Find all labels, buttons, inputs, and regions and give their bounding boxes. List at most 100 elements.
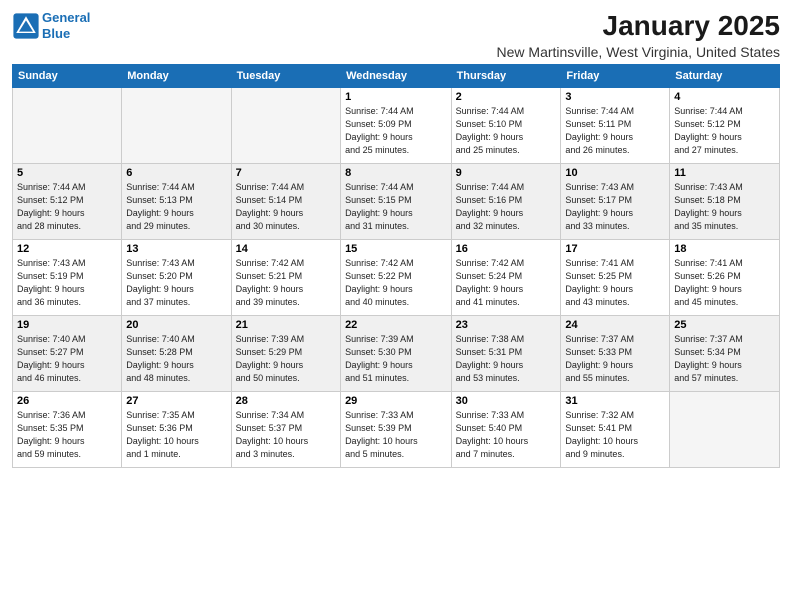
day-info: Sunrise: 7:36 AM Sunset: 5:35 PM Dayligh… xyxy=(17,409,117,461)
calendar-cell: 5Sunrise: 7:44 AM Sunset: 5:12 PM Daylig… xyxy=(13,164,122,240)
calendar-cell xyxy=(670,392,780,468)
calendar-cell: 20 Sunrise: 7:40 AM Sunset: 5:28 PM Dayli… xyxy=(122,316,231,392)
day-number: 23 xyxy=(456,319,557,331)
header: General Blue January 2025 New Martinsvil… xyxy=(12,10,780,60)
day-number: 11 xyxy=(674,167,775,179)
day-info: Sunrise: 7:41 AM Sunset: 5:26 PM Dayligh… xyxy=(674,257,775,309)
calendar-cell: 18Sunrise: 7:41 AM Sunset: 5:26 PM Dayli… xyxy=(670,240,780,316)
day-info: Sunrise: 7:42 AM Sunset: 5:24 PM Dayligh… xyxy=(456,257,557,309)
calendar-cell: 17 Sunrise: 7:41 AM Sunset: 5:25 PM Dayli… xyxy=(561,240,670,316)
calendar-cell: 2 Sunrise: 7:44 AM Sunset: 5:10 PM Daylig… xyxy=(451,88,561,164)
day-number: 15 xyxy=(345,243,447,255)
calendar-cell: 1 Sunrise: 7:44 AM Sunset: 5:09 PM Daylig… xyxy=(341,88,452,164)
day-number: 6 xyxy=(126,167,226,179)
day-info: Sunrise: 7:39 AM Sunset: 5:30 PM Dayligh… xyxy=(345,333,447,385)
day-info: Sunrise: 7:37 AM Sunset: 5:34 PM Dayligh… xyxy=(674,333,775,385)
day-number: 25 xyxy=(674,319,775,331)
day-number: 28 xyxy=(236,395,336,407)
calendar-cell: 29 Sunrise: 7:33 AM Sunset: 5:39 PM Dayli… xyxy=(341,392,452,468)
day-header-tuesday: Tuesday xyxy=(231,65,340,88)
day-number: 21 xyxy=(236,319,336,331)
day-number: 3 xyxy=(565,91,665,103)
day-number: 13 xyxy=(126,243,226,255)
calendar-cell: 22 Sunrise: 7:39 AM Sunset: 5:30 PM Dayli… xyxy=(341,316,452,392)
day-info: Sunrise: 7:32 AM Sunset: 5:41 PM Dayligh… xyxy=(565,409,665,461)
calendar-cell: 24 Sunrise: 7:37 AM Sunset: 5:33 PM Dayli… xyxy=(561,316,670,392)
day-number: 29 xyxy=(345,395,447,407)
calendar-cell: 11 Sunrise: 7:43 AM Sunset: 5:18 PM Dayli… xyxy=(670,164,780,240)
day-number: 14 xyxy=(236,243,336,255)
calendar-cell: 6Sunrise: 7:44 AM Sunset: 5:13 PM Daylig… xyxy=(122,164,231,240)
week-row-5: 26 Sunrise: 7:36 AM Sunset: 5:35 PM Dayli… xyxy=(13,392,780,468)
week-row-2: 5Sunrise: 7:44 AM Sunset: 5:12 PM Daylig… xyxy=(13,164,780,240)
day-number: 1 xyxy=(345,91,447,103)
day-number: 10 xyxy=(565,167,665,179)
calendar-cell xyxy=(13,88,122,164)
main-title: January 2025 xyxy=(497,10,780,42)
day-number: 19 xyxy=(17,319,117,331)
day-number: 4 xyxy=(674,91,775,103)
day-info: Sunrise: 7:44 AM Sunset: 5:09 PM Dayligh… xyxy=(345,105,447,157)
day-info: Sunrise: 7:33 AM Sunset: 5:39 PM Dayligh… xyxy=(345,409,447,461)
calendar-cell: 12 Sunrise: 7:43 AM Sunset: 5:19 PM Dayli… xyxy=(13,240,122,316)
day-info: Sunrise: 7:38 AM Sunset: 5:31 PM Dayligh… xyxy=(456,333,557,385)
logo: General Blue xyxy=(12,10,90,41)
day-info: Sunrise: 7:42 AM Sunset: 5:21 PM Dayligh… xyxy=(236,257,336,309)
day-header-monday: Monday xyxy=(122,65,231,88)
calendar-cell: 13 Sunrise: 7:43 AM Sunset: 5:20 PM Dayli… xyxy=(122,240,231,316)
day-info: Sunrise: 7:44 AM Sunset: 5:10 PM Dayligh… xyxy=(456,105,557,157)
day-number: 17 xyxy=(565,243,665,255)
day-number: 7 xyxy=(236,167,336,179)
calendar-table: SundayMondayTuesdayWednesdayThursdayFrid… xyxy=(12,64,780,468)
calendar-cell: 8 Sunrise: 7:44 AM Sunset: 5:15 PM Daylig… xyxy=(341,164,452,240)
day-number: 27 xyxy=(126,395,226,407)
calendar-cell: 19Sunrise: 7:40 AM Sunset: 5:27 PM Dayli… xyxy=(13,316,122,392)
day-info: Sunrise: 7:44 AM Sunset: 5:16 PM Dayligh… xyxy=(456,181,557,233)
day-header-thursday: Thursday xyxy=(451,65,561,88)
day-info: Sunrise: 7:44 AM Sunset: 5:11 PM Dayligh… xyxy=(565,105,665,157)
calendar-cell: 21Sunrise: 7:39 AM Sunset: 5:29 PM Dayli… xyxy=(231,316,340,392)
week-row-4: 19Sunrise: 7:40 AM Sunset: 5:27 PM Dayli… xyxy=(13,316,780,392)
calendar-cell: 3 Sunrise: 7:44 AM Sunset: 5:11 PM Daylig… xyxy=(561,88,670,164)
calendar-cell: 23 Sunrise: 7:38 AM Sunset: 5:31 PM Dayli… xyxy=(451,316,561,392)
day-header-saturday: Saturday xyxy=(670,65,780,88)
day-header-friday: Friday xyxy=(561,65,670,88)
day-info: Sunrise: 7:37 AM Sunset: 5:33 PM Dayligh… xyxy=(565,333,665,385)
calendar-cell: 15 Sunrise: 7:42 AM Sunset: 5:22 PM Dayli… xyxy=(341,240,452,316)
day-info: Sunrise: 7:33 AM Sunset: 5:40 PM Dayligh… xyxy=(456,409,557,461)
calendar-cell: 9 Sunrise: 7:44 AM Sunset: 5:16 PM Daylig… xyxy=(451,164,561,240)
day-info: Sunrise: 7:35 AM Sunset: 5:36 PM Dayligh… xyxy=(126,409,226,461)
day-info: Sunrise: 7:43 AM Sunset: 5:20 PM Dayligh… xyxy=(126,257,226,309)
day-number: 22 xyxy=(345,319,447,331)
logo-icon xyxy=(12,12,40,40)
day-info: Sunrise: 7:41 AM Sunset: 5:25 PM Dayligh… xyxy=(565,257,665,309)
calendar-cell xyxy=(231,88,340,164)
calendar-cell: 16 Sunrise: 7:42 AM Sunset: 5:24 PM Dayli… xyxy=(451,240,561,316)
day-info: Sunrise: 7:44 AM Sunset: 5:12 PM Dayligh… xyxy=(674,105,775,157)
calendar-cell xyxy=(122,88,231,164)
day-info: Sunrise: 7:42 AM Sunset: 5:22 PM Dayligh… xyxy=(345,257,447,309)
day-number: 9 xyxy=(456,167,557,179)
calendar-cell: 31Sunrise: 7:32 AM Sunset: 5:41 PM Dayli… xyxy=(561,392,670,468)
calendar-cell: 4 Sunrise: 7:44 AM Sunset: 5:12 PM Daylig… xyxy=(670,88,780,164)
calendar-cell: 25 Sunrise: 7:37 AM Sunset: 5:34 PM Dayli… xyxy=(670,316,780,392)
day-number: 16 xyxy=(456,243,557,255)
day-number: 20 xyxy=(126,319,226,331)
day-number: 2 xyxy=(456,91,557,103)
header-row: SundayMondayTuesdayWednesdayThursdayFrid… xyxy=(13,65,780,88)
day-number: 24 xyxy=(565,319,665,331)
page-container: General Blue January 2025 New Martinsvil… xyxy=(0,0,792,476)
subtitle: New Martinsville, West Virginia, United … xyxy=(497,44,780,60)
day-info: Sunrise: 7:44 AM Sunset: 5:15 PM Dayligh… xyxy=(345,181,447,233)
title-block: January 2025 New Martinsville, West Virg… xyxy=(497,10,780,60)
day-number: 8 xyxy=(345,167,447,179)
day-info: Sunrise: 7:43 AM Sunset: 5:19 PM Dayligh… xyxy=(17,257,117,309)
day-info: Sunrise: 7:43 AM Sunset: 5:18 PM Dayligh… xyxy=(674,181,775,233)
calendar-cell: 7Sunrise: 7:44 AM Sunset: 5:14 PM Daylig… xyxy=(231,164,340,240)
day-number: 12 xyxy=(17,243,117,255)
day-number: 26 xyxy=(17,395,117,407)
calendar-cell: 14 Sunrise: 7:42 AM Sunset: 5:21 PM Dayli… xyxy=(231,240,340,316)
day-info: Sunrise: 7:40 AM Sunset: 5:28 PM Dayligh… xyxy=(126,333,226,385)
calendar-cell: 26 Sunrise: 7:36 AM Sunset: 5:35 PM Dayli… xyxy=(13,392,122,468)
day-info: Sunrise: 7:34 AM Sunset: 5:37 PM Dayligh… xyxy=(236,409,336,461)
